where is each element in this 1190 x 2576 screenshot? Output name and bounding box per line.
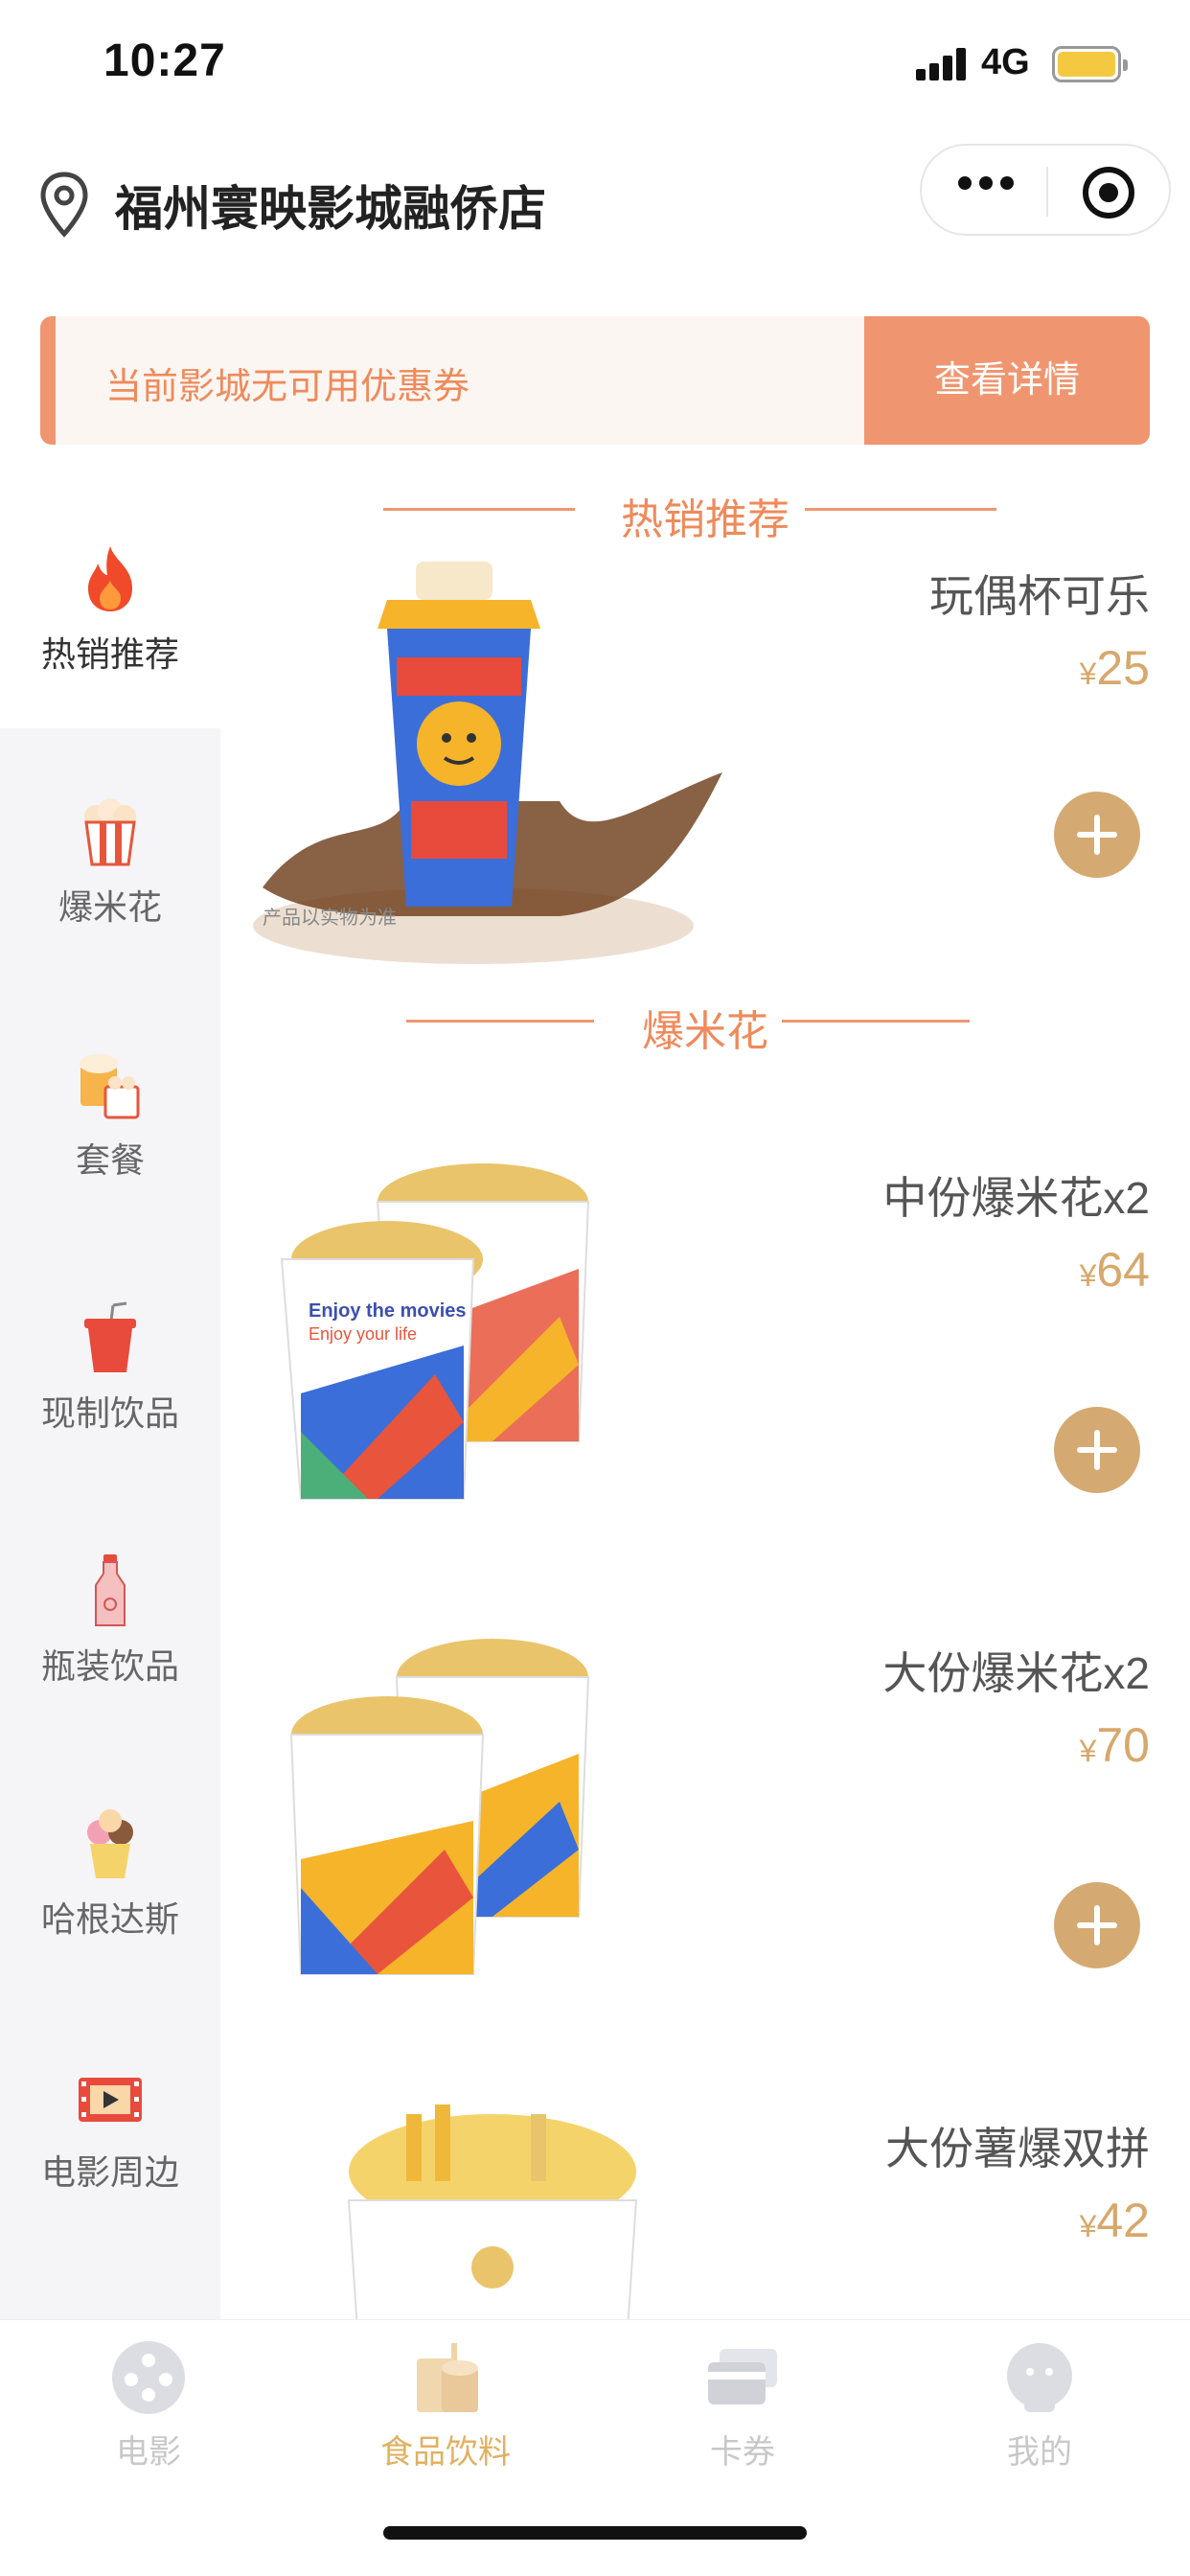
sidebar-item-fresh-drinks[interactable]: 现制饮品	[0, 1234, 220, 1487]
view-details-button[interactable]: 查看详情	[864, 316, 1150, 445]
add-to-cart-button[interactable]	[1054, 792, 1140, 878]
medium-popcorn-image[interactable]: Enjoy the movies Enjoy your life	[243, 1125, 742, 1547]
fire-icon	[88, 546, 132, 611]
bottle-icon	[95, 1554, 126, 1626]
svg-text:Enjoy the movies: Enjoy the movies	[309, 1300, 467, 1322]
tab-label: 我的	[1007, 2434, 1072, 2471]
film-icon	[79, 2078, 142, 2122]
sidebar-item-label: 热销推荐	[40, 634, 179, 674]
card-icon	[708, 2349, 777, 2404]
close-program-icon[interactable]	[1083, 167, 1134, 218]
popcorn-icon	[84, 798, 136, 866]
sidebar-item-hot[interactable]: 热销推荐	[0, 475, 220, 728]
large-popcorn-image[interactable]	[243, 1600, 742, 2022]
product-price: ¥42	[1079, 2194, 1150, 2247]
sidebar-item-label: 哈根达斯	[40, 1899, 179, 1939]
location-pin-icon[interactable]	[38, 171, 90, 238]
sidebar-item-bottled-drinks[interactable]: 瓶装饮品	[0, 1487, 220, 1740]
tab-label: 食品饮料	[380, 2434, 511, 2471]
product-card[interactable]: Enjoy the movies Enjoy your life 中份爆米花x2…	[220, 1163, 1190, 1614]
mini-program-capsule	[920, 144, 1171, 236]
coupon-status-text: 当前影城无可用优惠券	[105, 367, 470, 407]
sidebar-item-label: 爆米花	[57, 887, 162, 927]
home-indicator[interactable]	[383, 2526, 807, 2540]
product-price: ¥25	[1079, 641, 1150, 695]
drink-cup-icon	[84, 1301, 136, 1372]
more-icon[interactable]	[958, 176, 1025, 205]
coupon-bar: 当前影城无可用优惠券 查看详情	[40, 316, 1150, 445]
image-caption: 产品以实物为准	[263, 907, 397, 929]
tab-movies[interactable]: 电影	[0, 2339, 297, 2493]
product-name: 大份薯爆双拼	[885, 2124, 1150, 2174]
tab-snacks[interactable]: 食品饮料	[297, 2339, 594, 2493]
tab-coupons[interactable]: 卡券	[594, 2339, 891, 2493]
product-name: 玩偶杯可乐	[929, 571, 1150, 621]
header: 福州寰映影城融侨店	[0, 144, 1190, 268]
snacks-icon	[417, 2343, 478, 2412]
ice-cream-icon	[87, 1809, 133, 1878]
product-card[interactable]: 产品以实物为准 玩偶杯可乐 ¥25	[220, 562, 1190, 1012]
status-bar: 10:27 4G	[0, 0, 1190, 126]
sidebar-item-combo[interactable]: 套餐	[0, 981, 220, 1234]
product-list[interactable]: 热销推荐 产品以实物为准 玩偶杯可乐 ¥25 爆米花 Enjoy the mov…	[220, 475, 1190, 2319]
svg-text:Enjoy your life: Enjoy your life	[309, 1324, 417, 1344]
doll-cup-cola-image[interactable]: 产品以实物为准	[243, 562, 742, 983]
tab-label: 卡券	[710, 2434, 775, 2471]
network-type: 4G	[981, 42, 1030, 82]
section-title-hot: 热销推荐	[220, 475, 1190, 543]
sidebar-item-label: 现制饮品	[40, 1393, 179, 1433]
battery-icon	[1052, 46, 1128, 82]
signal-icon	[916, 48, 970, 80]
category-sidebar: 热销推荐 爆米花 套餐 现制饮品 瓶装饮品 哈根达斯 电影周边	[0, 475, 220, 2319]
product-price: ¥64	[1079, 1243, 1150, 1297]
product-card[interactable]: 大份爆米花x2 ¥70	[220, 1639, 1190, 2089]
combo-icon	[80, 1054, 140, 1119]
sidebar-item-label: 电影周边	[40, 2152, 179, 2192]
sidebar-item-popcorn[interactable]: 爆米花	[0, 728, 220, 981]
fries-popcorn-image[interactable]	[243, 2095, 742, 2319]
sidebar-item-label: 瓶装饮品	[40, 1646, 179, 1686]
status-time: 10:27	[103, 35, 226, 86]
product-name: 中份爆米花x2	[882, 1173, 1150, 1223]
tab-profile[interactable]: 我的	[891, 2339, 1188, 2493]
profile-icon	[1007, 2343, 1072, 2412]
product-name: 大份爆米花x2	[882, 1648, 1150, 1698]
sidebar-item-haagen-dazs[interactable]: 哈根达斯	[0, 1740, 220, 1993]
section-title-popcorn: 爆米花	[220, 987, 1190, 1055]
cinema-name[interactable]: 福州寰映影城融侨店	[115, 171, 546, 240]
sidebar-item-label: 套餐	[75, 1140, 145, 1180]
product-card[interactable]: 大份薯爆双拼 ¥42	[220, 2104, 1190, 2319]
sidebar-item-merch[interactable]: 电影周边	[0, 1993, 220, 2246]
tab-label: 电影	[116, 2434, 181, 2471]
add-to-cart-button[interactable]	[1054, 1882, 1140, 1968]
product-price: ¥70	[1079, 1718, 1150, 1772]
add-to-cart-button[interactable]	[1054, 1407, 1140, 1493]
film-reel-icon	[112, 2341, 185, 2414]
